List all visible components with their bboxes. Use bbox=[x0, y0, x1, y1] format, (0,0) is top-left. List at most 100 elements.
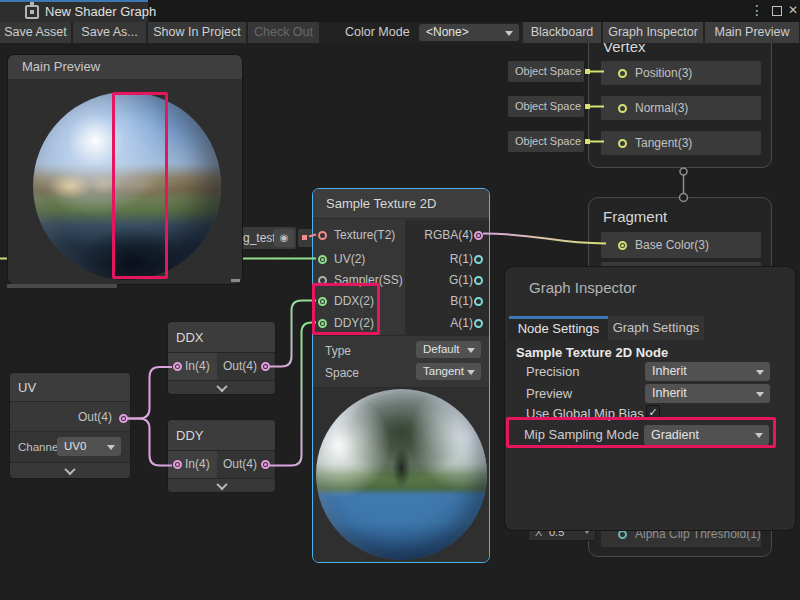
graph-inspector-button[interactable]: Graph Inspector bbox=[603, 22, 703, 43]
uv-node[interactable]: UV Out(4) Channe UV0 bbox=[10, 373, 130, 478]
ddy-node-header[interactable]: DDY bbox=[168, 420, 275, 451]
uv-node-header[interactable]: UV bbox=[10, 373, 130, 402]
object-space-pill-3[interactable]: Object Space bbox=[508, 131, 584, 152]
chevron-down-icon bbox=[216, 478, 227, 489]
object-space-pill-2[interactable]: Object Space bbox=[508, 96, 584, 117]
object-space-out-port[interactable] bbox=[585, 104, 590, 109]
alpha-clip-port-icon[interactable] bbox=[618, 530, 627, 539]
document-tab[interactable]: New Shader Graph bbox=[0, 0, 148, 22]
tab-graph-settings[interactable]: Graph Settings bbox=[608, 316, 704, 340]
ddy-out-port[interactable] bbox=[261, 460, 270, 469]
rgba-out-port[interactable] bbox=[474, 231, 483, 240]
fragment-port-basecolor[interactable]: Base Color(3) bbox=[601, 232, 761, 258]
gtest-exposed-icon: ◉ bbox=[274, 229, 294, 247]
highlight-ddx-ddy-ports bbox=[312, 283, 380, 335]
preview-dropdown[interactable]: Inherit bbox=[645, 384, 770, 403]
ddx-in-box: In(4) bbox=[168, 353, 217, 380]
edge-uvout-ddxin[interactable] bbox=[127, 367, 172, 419]
ddy-in-port[interactable] bbox=[173, 460, 182, 469]
position-port-icon[interactable] bbox=[618, 69, 627, 78]
tangent-port-icon[interactable] bbox=[618, 139, 627, 148]
gtest-out-port[interactable] bbox=[302, 235, 307, 240]
sample-node-title: Sample Texture 2D bbox=[326, 196, 436, 212]
space-label: Space bbox=[325, 365, 359, 381]
ddx-in-port[interactable] bbox=[173, 362, 182, 371]
space-dropdown[interactable]: Tangent bbox=[416, 363, 481, 380]
ddx-node-header[interactable]: DDX bbox=[168, 322, 275, 353]
object-space-pill-1[interactable]: Object Space bbox=[508, 61, 584, 82]
base-color-port-icon[interactable] bbox=[618, 241, 627, 250]
uv-in-port[interactable] bbox=[318, 255, 327, 264]
texture-in-port[interactable] bbox=[318, 231, 327, 240]
sample-node-preview[interactable] bbox=[313, 388, 489, 562]
sample-node-header[interactable]: Sample Texture 2D bbox=[313, 189, 489, 219]
tab-title: New Shader Graph bbox=[45, 2, 156, 21]
uv-channel-value: UV0 bbox=[64, 440, 86, 452]
highlight-preview-region bbox=[112, 92, 168, 279]
main-preview-title: Main Preview bbox=[22, 59, 100, 75]
graph-canvas[interactable]: Vertex Position(3) Normal(3) Tangent(3) … bbox=[0, 0, 800, 600]
vertex-port-normal[interactable]: Normal(3) bbox=[601, 96, 761, 120]
main-preview-button[interactable]: Main Preview bbox=[705, 22, 799, 43]
widget-chevron-icon[interactable] bbox=[584, 530, 590, 534]
main-preview-header[interactable]: Main Preview bbox=[8, 55, 242, 79]
uv-node-title: UV bbox=[18, 373, 36, 402]
type-dropdown[interactable]: Default bbox=[416, 341, 481, 358]
tab-node-settings-label: Node Settings bbox=[509, 321, 608, 337]
sample-texture-2d-node[interactable]: Sample Texture 2D Texture(T2) UV(2) Samp… bbox=[312, 188, 490, 563]
close-icon[interactable]: ✕ bbox=[786, 0, 800, 21]
object-space-label: Object Space bbox=[515, 96, 581, 117]
object-space-out-port[interactable] bbox=[585, 69, 590, 74]
color-mode-dropdown[interactable]: <None> bbox=[419, 24, 519, 41]
precision-dropdown[interactable]: Inherit bbox=[645, 362, 770, 381]
normal-port-icon[interactable] bbox=[618, 104, 627, 113]
window-menu-icon[interactable]: ⋮ bbox=[750, 0, 764, 21]
vertex-port-tangent[interactable]: Tangent(3) bbox=[601, 131, 761, 155]
ddx-collapse-bar[interactable] bbox=[168, 380, 275, 394]
blackboard-button[interactable]: Blackboard bbox=[523, 22, 601, 43]
ddy-node[interactable]: DDY In(4) Out(4) bbox=[168, 420, 275, 492]
chevron-down-icon bbox=[64, 463, 75, 474]
uv-out-port[interactable] bbox=[119, 414, 128, 423]
uv-channel-row: Channe UV0 bbox=[10, 432, 130, 462]
vertex-block[interactable]: Vertex Position(3) Normal(3) Tangent(3) bbox=[588, 25, 772, 168]
precision-label: Precision bbox=[526, 364, 579, 380]
g-out-label: G(1) bbox=[449, 272, 473, 288]
color-mode-label: Color Mode bbox=[345, 22, 410, 43]
a-out-port[interactable] bbox=[474, 319, 483, 328]
preview-resize-handle[interactable] bbox=[231, 279, 240, 282]
edge-ddyout-ddy2[interactable] bbox=[269, 323, 316, 466]
edge-ddxout-ddx2[interactable] bbox=[269, 301, 316, 367]
ddy-in-box: In(4) bbox=[168, 451, 217, 478]
r-out-port[interactable] bbox=[474, 255, 483, 264]
vertex-port-position[interactable]: Position(3) bbox=[601, 61, 761, 85]
type-value: Default bbox=[423, 343, 459, 355]
save-as-button[interactable]: Save As... bbox=[73, 22, 146, 43]
ddx-out-port[interactable] bbox=[261, 362, 270, 371]
graph-inspector-title: Graph Inspector bbox=[529, 280, 637, 296]
fragment-block-title: Fragment bbox=[603, 208, 667, 225]
object-space-out-port[interactable] bbox=[585, 139, 590, 144]
graph-inspector-panel[interactable]: Graph Inspector Graph Settings Node Sett… bbox=[505, 267, 795, 530]
preview-value: Inherit bbox=[652, 386, 687, 400]
save-asset-button[interactable]: Save Asset bbox=[0, 22, 71, 43]
uv-channel-dropdown[interactable]: UV0 bbox=[57, 437, 121, 456]
ddx-out-label: Out(4) bbox=[223, 358, 257, 374]
ddy-collapse-bar[interactable] bbox=[168, 478, 275, 492]
tab-node-settings[interactable]: Node Settings bbox=[509, 316, 608, 340]
uv-collapse-bar[interactable] bbox=[10, 462, 130, 478]
ddx-node[interactable]: DDX In(4) Out(4) bbox=[168, 322, 275, 394]
preview-scrollbar[interactable] bbox=[7, 284, 117, 288]
ddy-out-label: Out(4) bbox=[223, 456, 257, 472]
show-in-project-button[interactable]: Show In Project bbox=[148, 22, 246, 43]
g-out-port[interactable] bbox=[474, 276, 483, 285]
b-out-port[interactable] bbox=[474, 297, 483, 306]
uv-out-label: Out(4) bbox=[78, 409, 112, 425]
maximize-icon[interactable] bbox=[772, 6, 782, 16]
inspector-section-title: Sample Texture 2D Node bbox=[516, 345, 668, 361]
uv-in-label: UV(2) bbox=[334, 251, 365, 267]
toolbar: Save Asset Save As... Show In Project Ch… bbox=[0, 22, 800, 43]
ddx-in-label: In(4) bbox=[185, 358, 210, 374]
edge-uvout-ddyin[interactable] bbox=[127, 419, 172, 466]
gtest-port-holder[interactable] bbox=[298, 229, 313, 247]
